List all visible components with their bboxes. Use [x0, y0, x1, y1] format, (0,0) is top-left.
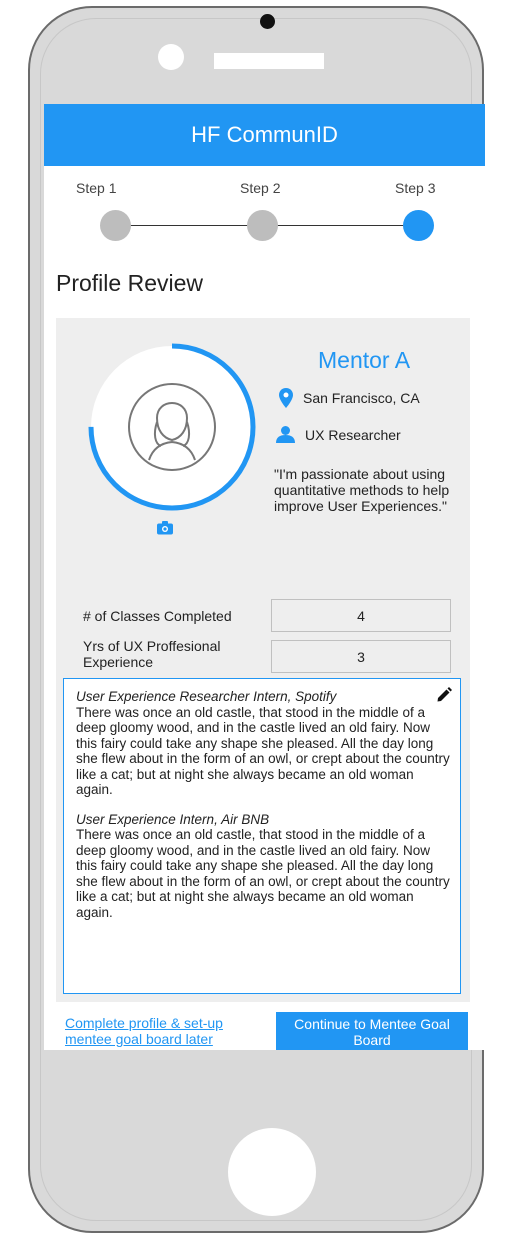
pencil-icon[interactable] — [436, 687, 452, 707]
location-row: San Francisco, CA — [279, 388, 420, 408]
step-1-dot[interactable] — [100, 210, 131, 241]
experience-section[interactable]: User Experience Researcher Intern, Spoti… — [63, 678, 461, 994]
camera-icon[interactable] — [157, 521, 173, 540]
classes-completed-label: # of Classes Completed — [83, 608, 232, 624]
years-experience-label: Yrs of UX Proffesional Experience — [83, 638, 221, 670]
step-3-label: Step 3 — [395, 180, 436, 196]
experience-title: User Experience Intern, Air BNB — [76, 811, 270, 827]
profile-card: Mentor A San Francisco, CA UX Researcher… — [56, 318, 470, 1002]
years-experience-field[interactable]: 3 — [271, 640, 451, 673]
bio-quote: "I'm passionate about using quantitative… — [274, 466, 450, 514]
experience-description: There was once an old castle, that stood… — [76, 704, 450, 798]
experience-entry: User Experience Researcher Intern, Spoti… — [76, 689, 450, 798]
phone-home-button[interactable] — [228, 1128, 316, 1216]
app-screen: HF CommunID Step 1 Step 2 Step 3 Profile… — [44, 104, 485, 1050]
map-pin-icon — [279, 388, 293, 408]
person-icon — [276, 426, 295, 443]
step-2-label: Step 2 — [240, 180, 281, 196]
app-header: HF CommunID — [44, 104, 485, 166]
phone-speaker — [214, 53, 324, 69]
phone-camera — [260, 14, 275, 29]
classes-completed-field[interactable]: 4 — [271, 599, 451, 632]
complete-later-link[interactable]: Complete profile & set-up mentee goal bo… — [65, 1015, 265, 1047]
page-title: Profile Review — [56, 270, 203, 296]
step-2-dot[interactable] — [247, 210, 278, 241]
avatar[interactable] — [87, 342, 257, 512]
classes-completed-value: 4 — [357, 607, 365, 624]
continue-button[interactable]: Continue to Mentee Goal Board — [276, 1012, 468, 1050]
location-text: San Francisco, CA — [303, 390, 420, 406]
experience-description: There was once an old castle, that stood… — [76, 827, 450, 920]
experience-entry: User Experience Intern, Air BNB There wa… — [76, 812, 450, 921]
app-title: HF CommunID — [191, 122, 338, 147]
step-3-dot[interactable] — [403, 210, 434, 241]
experience-title: User Experience Researcher Intern, Spoti… — [76, 689, 337, 704]
role-row: UX Researcher — [276, 426, 401, 443]
mentor-name: Mentor A — [318, 347, 411, 373]
phone-sensor — [158, 44, 184, 70]
step-1-label: Step 1 — [76, 180, 117, 196]
role-text: UX Researcher — [305, 426, 401, 443]
years-experience-value: 3 — [357, 648, 365, 665]
